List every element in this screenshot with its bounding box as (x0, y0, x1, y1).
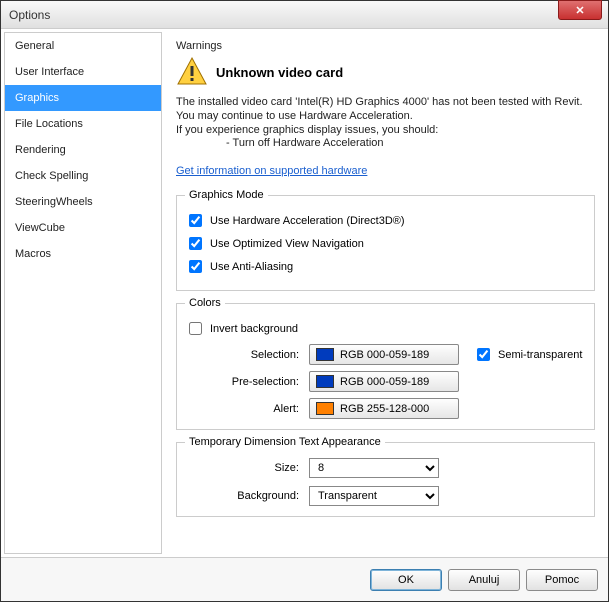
alert-color-button[interactable]: RGB 255-128-000 (309, 398, 459, 419)
sidebar-item-general[interactable]: General (5, 33, 161, 59)
selection-color-label: Selection: (185, 349, 303, 361)
sidebar-item-label: Check Spelling (15, 170, 88, 182)
sidebar-item-label: Graphics (15, 92, 59, 104)
warning-header: Unknown video card (176, 56, 595, 88)
options-dialog: Options ✕ General User Interface Graphic… (0, 0, 609, 602)
optimized-nav-label: Use Optimized View Navigation (210, 238, 364, 250)
alert-color-value: RGB 255-128-000 (340, 403, 429, 415)
sidebar-item-rendering[interactable]: Rendering (5, 137, 161, 163)
supported-hardware-link[interactable]: Get information on supported hardware (176, 165, 367, 177)
sidebar-item-file-locations[interactable]: File Locations (5, 111, 161, 137)
preselection-swatch (316, 375, 334, 388)
category-sidebar: General User Interface Graphics File Loc… (4, 32, 162, 554)
warn-line: The installed video card 'Intel(R) HD Gr… (176, 96, 595, 110)
ok-button[interactable]: OK (370, 569, 442, 591)
warning-text: The installed video card 'Intel(R) HD Gr… (176, 96, 595, 151)
warn-line: - Turn off Hardware Acceleration (176, 137, 595, 151)
sidebar-item-label: Macros (15, 248, 51, 260)
titlebar: Options ✕ (1, 1, 608, 29)
invert-background-checkbox[interactable] (189, 322, 202, 335)
warn-line: You may continue to use Hardware Acceler… (176, 110, 595, 124)
sidebar-item-label: Rendering (15, 144, 66, 156)
dialog-footer: OK Anuluj Pomoc (1, 557, 608, 601)
selection-color-button[interactable]: RGB 000-059-189 (309, 344, 459, 365)
size-select[interactable]: 8 (309, 458, 439, 478)
background-label: Background: (185, 490, 303, 502)
close-icon: ✕ (575, 4, 584, 17)
invert-background-label: Invert background (210, 323, 298, 335)
cancel-button[interactable]: Anuluj (448, 569, 520, 591)
sidebar-item-user-interface[interactable]: User Interface (5, 59, 161, 85)
warning-icon (176, 56, 208, 88)
hw-accel-label: Use Hardware Acceleration (Direct3D®) (210, 215, 405, 227)
close-button[interactable]: ✕ (558, 0, 602, 20)
sidebar-item-label: SteeringWheels (15, 196, 93, 208)
alert-color-label: Alert: (185, 403, 303, 415)
colors-group: Colors Invert background Selection: RGB … (176, 297, 595, 430)
selection-color-value: RGB 000-059-189 (340, 349, 429, 361)
anti-aliasing-checkbox[interactable] (189, 260, 202, 273)
semi-transparent-label: Semi-transparent (498, 349, 582, 361)
sidebar-item-steeringwheels[interactable]: SteeringWheels (5, 189, 161, 215)
alert-swatch (316, 402, 334, 415)
warnings-label: Warnings (176, 40, 595, 52)
sidebar-item-check-spelling[interactable]: Check Spelling (5, 163, 161, 189)
selection-swatch (316, 348, 334, 361)
sidebar-item-graphics[interactable]: Graphics (5, 85, 161, 111)
graphics-mode-legend: Graphics Mode (185, 189, 268, 201)
temp-dimension-group: Temporary Dimension Text Appearance Size… (176, 436, 595, 517)
optimized-nav-checkbox[interactable] (189, 237, 202, 250)
graphics-mode-group: Graphics Mode Use Hardware Acceleration … (176, 189, 595, 291)
content-pane: Warnings Unknown video card The installe… (162, 32, 605, 554)
semi-transparent-checkbox[interactable] (477, 348, 490, 361)
sidebar-item-label: User Interface (15, 66, 84, 78)
preselection-color-button[interactable]: RGB 000-059-189 (309, 371, 459, 392)
preselection-color-value: RGB 000-059-189 (340, 376, 429, 388)
size-label: Size: (185, 462, 303, 474)
dialog-body: General User Interface Graphics File Loc… (1, 29, 608, 557)
sidebar-item-label: File Locations (15, 118, 83, 130)
colors-legend: Colors (185, 297, 225, 309)
background-select[interactable]: Transparent (309, 486, 439, 506)
window-title: Options (9, 8, 50, 22)
warn-line: If you experience graphics display issue… (176, 124, 595, 138)
hw-accel-checkbox[interactable] (189, 214, 202, 227)
preselection-color-label: Pre-selection: (185, 376, 303, 388)
anti-aliasing-label: Use Anti-Aliasing (210, 261, 293, 273)
sidebar-item-viewcube[interactable]: ViewCube (5, 215, 161, 241)
sidebar-item-label: ViewCube (15, 222, 65, 234)
sidebar-item-label: General (15, 40, 54, 52)
help-button[interactable]: Pomoc (526, 569, 598, 591)
sidebar-item-macros[interactable]: Macros (5, 241, 161, 267)
warning-title: Unknown video card (216, 65, 343, 80)
temp-dimension-legend: Temporary Dimension Text Appearance (185, 436, 385, 448)
